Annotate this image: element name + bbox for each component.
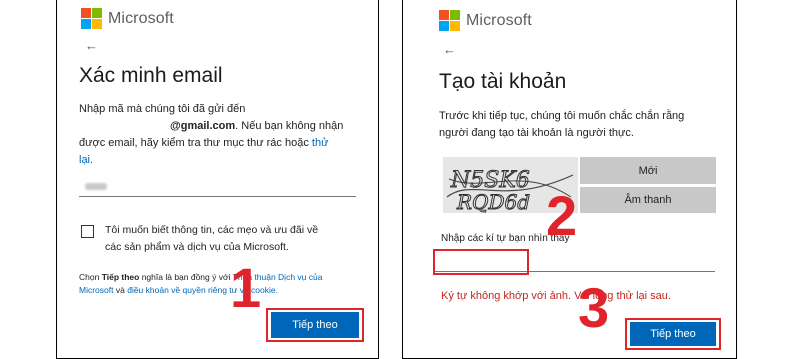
desc-line-3-text: được email, hãy kiểm tra thư mục thư rác… xyxy=(79,137,309,149)
desc-line-1: Trước khi tiếp tục, chúng tôi muốn chắc … xyxy=(439,110,685,122)
page-title: Xác minh email xyxy=(79,64,223,87)
desc-line-3: được email, hãy kiểm tra thư mục thư rác… xyxy=(79,135,369,152)
desc-line-4: lại. xyxy=(79,152,369,169)
create-description: Trước khi tiếp tục, chúng tôi muốn chắc … xyxy=(439,108,729,142)
step-number-2: 2 xyxy=(546,184,578,247)
code-input[interactable] xyxy=(79,196,356,197)
microsoft-squares-icon xyxy=(81,8,102,29)
next-button[interactable]: Tiếp theo xyxy=(630,322,716,346)
brand-name: Microsoft xyxy=(466,11,532,29)
checkbox-label-line-2: các sản phẩm và dịch vụ của Microsoft. xyxy=(105,241,289,253)
retry-link-cont[interactable]: lại. xyxy=(79,154,93,166)
retry-link[interactable]: thử xyxy=(312,137,329,149)
terms-and: và xyxy=(115,285,125,295)
new-captcha-button[interactable]: Mới xyxy=(580,157,716,184)
terms-text: Chọn Tiếp theo nghĩa là bạn đồng ý với T… xyxy=(79,271,369,297)
back-arrow-icon[interactable]: ← xyxy=(443,42,456,57)
terms-line-2: Microsoft và điều khoản về quyền riêng t… xyxy=(79,284,369,297)
checkbox-label-line-1: Tôi muốn biết thông tin, các mẹo và ưu đ… xyxy=(105,224,319,236)
audio-captcha-button[interactable]: Âm thanh xyxy=(580,187,716,213)
svg-text:RQD6d: RQD6d xyxy=(456,190,530,213)
step-number-3: 3 xyxy=(578,276,610,339)
masked-email: @gmail.com xyxy=(170,120,236,132)
terms-mid: nghĩa là bạn đồng ý với xyxy=(141,272,231,282)
microsoft-squares-icon xyxy=(439,10,460,31)
highlight-box-input xyxy=(433,249,529,275)
terms-line-1: Chọn Tiếp theo nghĩa là bạn đồng ý với T… xyxy=(79,271,369,284)
verify-email-panel: Microsoft ← Xác minh email Nhập mã mà ch… xyxy=(56,0,379,359)
desc-line-1: Nhập mã mà chúng tôi đã gửi đến xyxy=(79,103,246,115)
microsoft-logo: Microsoft xyxy=(439,10,532,31)
page-title: Tạo tài khoản xyxy=(439,70,567,93)
brand-name: Microsoft xyxy=(108,9,174,27)
next-button[interactable]: Tiếp theo xyxy=(271,312,359,338)
desc-line-2-rest: . Nếu bạn không nhận xyxy=(235,120,344,132)
checkbox-label: Tôi muốn biết thông tin, các mẹo và ưu đ… xyxy=(105,222,365,256)
service-agreement-link-cont[interactable]: Microsoft xyxy=(79,285,113,295)
terms-bold: Tiếp theo xyxy=(101,272,140,282)
error-message: Ký tự không khớp với ảnh. Vui lòng thử l… xyxy=(441,290,671,302)
desc-line-2: người đang tạo tài khoản là người thực. xyxy=(439,127,634,139)
terms-pre: Chọn xyxy=(79,272,100,282)
verify-description: Nhập mã mà chúng tôi đã gửi đến @gmail.c… xyxy=(79,101,369,169)
back-arrow-icon[interactable]: ← xyxy=(85,38,98,53)
entered-code-blurred xyxy=(85,183,107,190)
microsoft-logo: Microsoft xyxy=(81,8,174,29)
step-number-1: 1 xyxy=(230,256,262,319)
marketing-opt-in-checkbox[interactable] xyxy=(81,225,94,238)
create-account-panel: Microsoft ← Tạo tài khoản Trước khi tiếp… xyxy=(402,0,737,359)
desc-line-2: @gmail.com. Nếu bạn không nhận xyxy=(79,118,369,135)
